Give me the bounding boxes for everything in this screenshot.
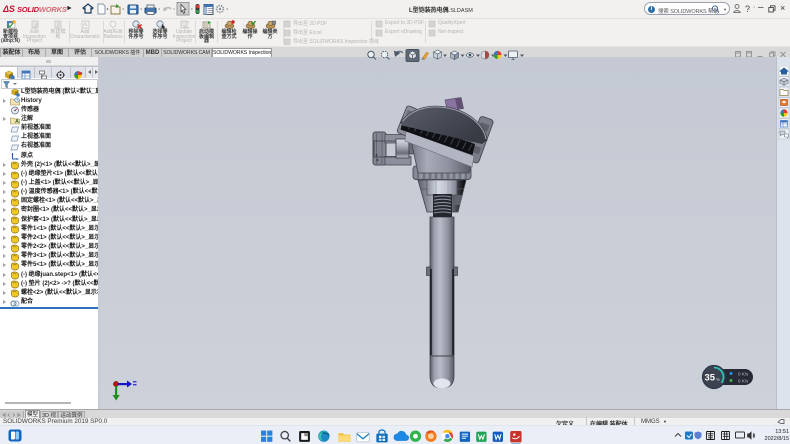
svg-text:%: % bbox=[716, 377, 720, 382]
svg-text:0 K/s: 0 K/s bbox=[738, 372, 749, 377]
svg-text:0 K/s: 0 K/s bbox=[738, 379, 749, 384]
svg-text:35: 35 bbox=[705, 373, 716, 384]
